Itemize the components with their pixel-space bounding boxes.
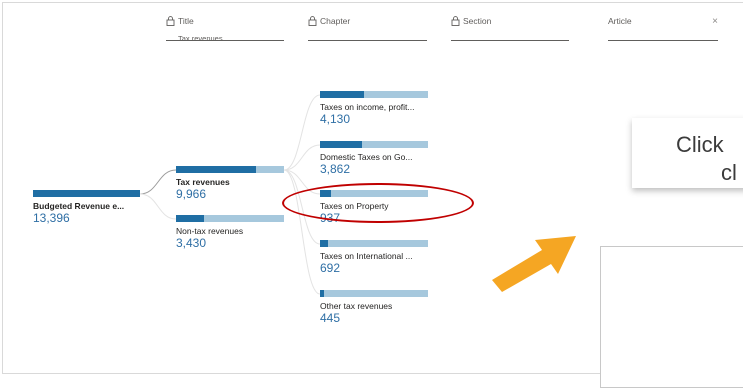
node-value: 445 [320,311,341,325]
connector-root-nontax [139,193,177,220]
connector-tax-l2-0 [283,94,321,171]
node-bar-fill [320,141,363,148]
node-label: Taxes on International ... [320,251,413,261]
node-value: 9,966 [176,187,207,201]
decomposition-tree-visual: Title Tax revenues Chapter Section Artic… [0,0,743,388]
highlight-ellipse [282,183,474,223]
node-value: 4,130 [320,112,351,126]
node-value: 3,430 [176,236,207,250]
tree-node-non-tax-revenues[interactable]: Non-tax revenues 3,430 [176,215,284,250]
node-bar [320,240,428,247]
node-bar-fill [320,290,325,297]
node-bar-fill [320,91,365,98]
node-bar [320,290,428,297]
node-bar [320,91,428,98]
instruction-callout: Click cl [632,118,743,188]
node-label: Non-tax revenues [176,226,244,236]
node-bar [320,141,428,148]
node-bar [176,215,284,222]
node-value: 13,396 [33,211,70,225]
tree-node-taxes-on-income[interactable]: Taxes on income, profit... 4,130 [320,91,428,126]
node-value: 3,862 [320,162,351,176]
orange-arrow-icon [492,236,576,292]
node-bar-fill [33,190,140,197]
node-label: Budgeted Revenue e... [33,201,125,211]
tree-node-domestic-taxes[interactable]: Domestic Taxes on Go... 3,862 [320,141,428,176]
callout-line-2: cl [721,160,737,185]
overlay-panel [600,246,743,388]
tree-node-taxes-on-international[interactable]: Taxes on International ... 692 [320,240,428,275]
node-label: Tax revenues [176,177,230,187]
node-bar [33,190,140,197]
node-label: Domestic Taxes on Go... [320,152,413,162]
connector-tax-l2-1 [283,144,321,171]
callout-line-1: Click [676,132,724,157]
node-bar-fill [176,166,256,173]
connector-root-tax [139,169,177,195]
node-bar-fill [320,240,328,247]
tree-node-tax-revenues[interactable]: Tax revenues 9,966 [176,166,284,201]
node-value: 692 [320,261,341,275]
node-label: Taxes on income, profit... [320,102,415,112]
node-bar-fill [176,215,205,222]
tree-node-other-tax-revenues[interactable]: Other tax revenues 445 [320,290,428,325]
node-label: Other tax revenues [320,301,393,311]
tree-node-root[interactable]: Budgeted Revenue e... 13,396 [33,190,140,225]
node-bar [176,166,284,173]
